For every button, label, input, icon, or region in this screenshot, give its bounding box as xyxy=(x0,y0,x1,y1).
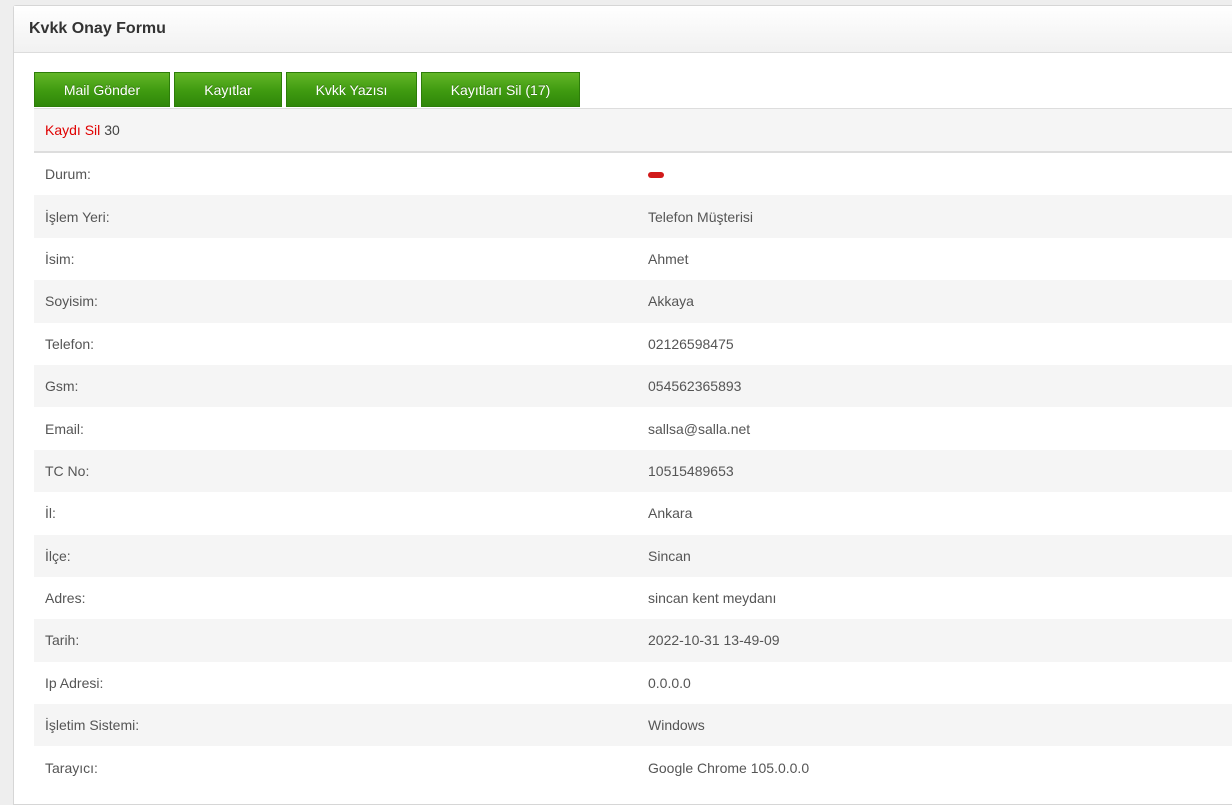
field-label: İlçe: xyxy=(45,547,71,564)
field-value: sincan kent meydanı xyxy=(648,590,777,607)
table-row: Soyisim: Akkaya xyxy=(34,280,1232,323)
record-table: Kaydı Sil 30 Durum: İşlem Yeri: Telefon … xyxy=(34,108,1232,789)
field-value: Ahmet xyxy=(648,250,689,267)
table-row: Adres: sincan kent meydanı xyxy=(34,576,1232,620)
table-row: İsim: Ahmet xyxy=(34,237,1232,281)
field-value: 2022-10-31 13-49-09 xyxy=(648,632,780,649)
field-label: Adres: xyxy=(45,590,86,607)
field-label: İl: xyxy=(45,505,56,522)
table-row: TC No: 10515489653 xyxy=(34,449,1232,493)
panel-content: Mail Gönder Kayıtlar Kvkk Yazısı Kayıtla… xyxy=(34,72,1232,789)
records-button[interactable]: Kayıtlar xyxy=(174,72,282,107)
record-header-row: Kaydı Sil 30 xyxy=(34,109,1232,153)
toolbar: Mail Gönder Kayıtlar Kvkk Yazısı Kayıtla… xyxy=(34,72,1232,108)
field-value: Ankara xyxy=(648,505,693,522)
kvkk-text-button[interactable]: Kvkk Yazısı xyxy=(286,72,417,107)
mail-send-button[interactable]: Mail Gönder xyxy=(34,72,170,107)
table-row: İl: Ankara xyxy=(34,492,1232,535)
field-value: 0.0.0.0 xyxy=(648,674,691,691)
field-label: İşletim Sistemi: xyxy=(45,717,140,734)
field-label: TC No: xyxy=(45,462,90,479)
field-value: Sincan xyxy=(648,547,691,564)
field-label: İşlem Yeri: xyxy=(45,208,110,225)
table-row: Durum: xyxy=(34,153,1232,196)
table-row: Ip Adresi: 0.0.0.0 xyxy=(34,661,1232,705)
record-id: 30 xyxy=(104,122,120,138)
status-indicator xyxy=(648,166,664,182)
table-row: İşlem Yeri: Telefon Müşterisi xyxy=(34,195,1232,238)
field-label: Tarih: xyxy=(45,632,80,649)
field-value: Google Chrome 105.0.0.0 xyxy=(648,759,810,776)
field-value: 02126598475 xyxy=(648,335,734,352)
table-row: Tarayıcı: Google Chrome 105.0.0.0 xyxy=(34,746,1232,789)
delete-record-link[interactable]: Kaydı Sil xyxy=(45,122,100,138)
field-label: Ip Adresi: xyxy=(45,674,104,691)
table-row: Email: sallsa@salla.net xyxy=(34,407,1232,450)
field-label: Telefon: xyxy=(45,335,95,352)
field-label: Tarayıcı: xyxy=(45,759,98,776)
field-label: Email: xyxy=(45,420,84,437)
table-row: Telefon: 02126598475 xyxy=(34,322,1232,365)
table-row: İşletim Sistemi: Windows xyxy=(34,704,1232,747)
panel-title: Kvkk Onay Formu xyxy=(29,19,166,37)
table-row: Gsm: 054562365893 xyxy=(34,364,1232,408)
field-label: Soyisim: xyxy=(45,293,98,310)
status-pill-icon xyxy=(648,172,664,179)
field-value: Telefon Müşterisi xyxy=(648,208,754,225)
field-value: Akkaya xyxy=(648,293,694,310)
field-value: sallsa@salla.net xyxy=(648,420,751,437)
field-value: 10515489653 xyxy=(648,462,734,479)
table-row: İlçe: Sincan xyxy=(34,534,1232,577)
kvkk-panel: Kvkk Onay Formu Mail Gönder Kayıtlar Kvk… xyxy=(13,5,1232,805)
field-value: Windows xyxy=(648,717,705,734)
field-value: 054562365893 xyxy=(648,378,742,395)
table-row: Tarih: 2022-10-31 13-49-09 xyxy=(34,619,1232,662)
panel-header: Kvkk Onay Formu xyxy=(14,6,1232,53)
field-label: İsim: xyxy=(45,250,75,267)
field-label: Gsm: xyxy=(45,378,79,395)
delete-records-button[interactable]: Kayıtları Sil (17) xyxy=(421,72,580,107)
field-label: Durum: xyxy=(45,166,91,183)
